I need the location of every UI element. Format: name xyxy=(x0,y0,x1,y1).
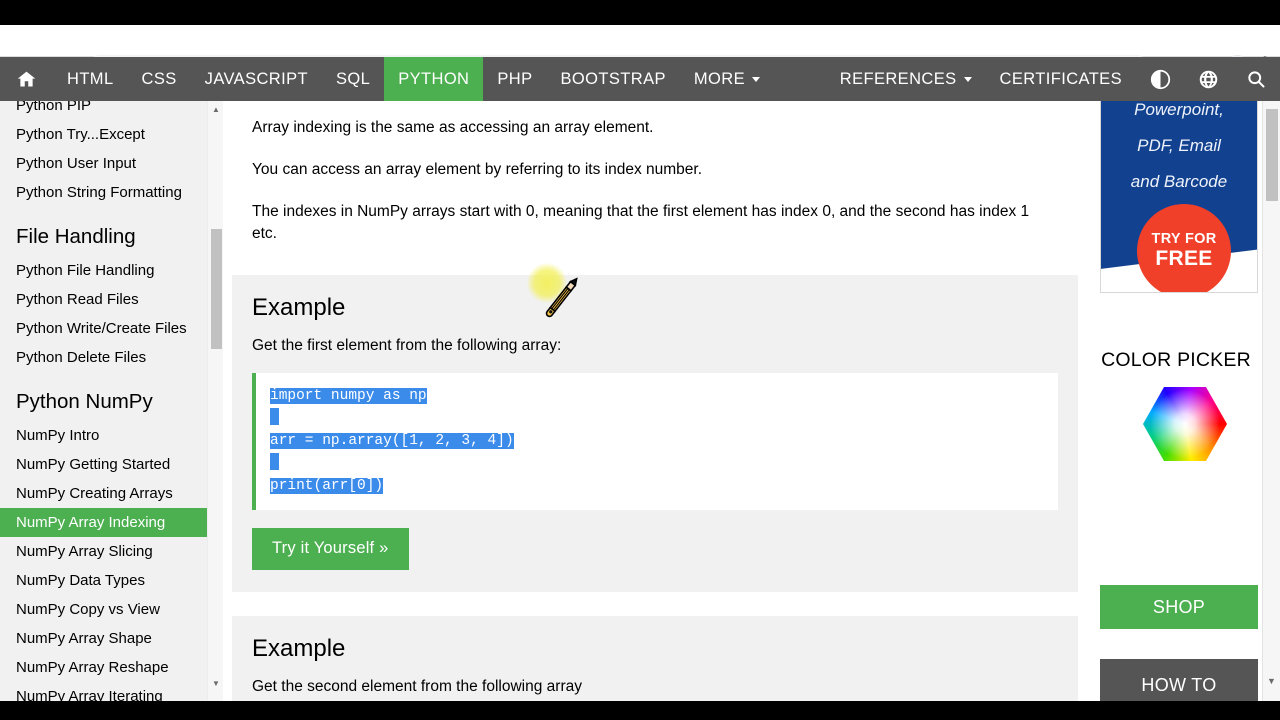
sidebar-scroll-down-arrow-icon[interactable]: ▼ xyxy=(208,677,224,691)
nav-item-label: MORE xyxy=(693,69,745,88)
sidebar-item-python-user-input[interactable]: Python User Input xyxy=(0,149,207,178)
nav-item-label: PHP xyxy=(497,69,533,88)
nav-home-icon[interactable] xyxy=(0,57,53,101)
nav-item-more[interactable]: MORE xyxy=(680,57,774,101)
example-section-2: Example Get the second element from the … xyxy=(232,615,1078,701)
sidebar-scroll-up-arrow-icon[interactable]: ▲ xyxy=(208,103,224,117)
bottom-black-strip xyxy=(0,701,1280,720)
badge-line-1: TRY FOR xyxy=(1151,231,1217,247)
sidebar-item-numpy-array-reshape[interactable]: NumPy Array Reshape xyxy=(0,653,207,682)
try-for-free-badge[interactable]: TRY FOR FREE xyxy=(1137,204,1231,292)
nav-item-bootstrap[interactable]: BOOTSTRAP xyxy=(547,57,680,101)
ad-line: PDF, Email xyxy=(1137,136,1221,155)
intro-paragraph-3: The indexes in NumPy arrays start with 0… xyxy=(252,203,1030,242)
sidebar-item-numpy-array-slicing[interactable]: NumPy Array Slicing xyxy=(0,537,207,566)
how-to-button[interactable]: HOW TO xyxy=(1100,659,1258,701)
search-icon[interactable] xyxy=(1232,57,1280,101)
nav-item-sql[interactable]: SQL xyxy=(322,57,384,101)
ad-line: and Barcode xyxy=(1130,172,1228,191)
sidebar-item-python-pip[interactable]: Python PIP xyxy=(0,101,207,120)
nav-item-label: PYTHON xyxy=(398,69,470,88)
code-text: import numpy as np xyxy=(270,388,427,404)
nav-item-label: HTML xyxy=(67,69,114,88)
nav-item-label: CERTIFICATES xyxy=(999,69,1122,88)
code-line xyxy=(270,407,1044,431)
code-text: arr = np.array([1, 2, 3, 4]) xyxy=(270,433,514,449)
nav-item-references[interactable]: REFERENCES xyxy=(826,57,986,101)
shop-button[interactable]: SHOP xyxy=(1100,585,1258,629)
main-article: Array indexing is the same as accessing … xyxy=(232,101,1078,701)
sidebar-item-python-read-files[interactable]: Python Read Files xyxy=(0,285,207,314)
page-content: Python PIP Python Try...Except Python Us… xyxy=(0,101,1280,701)
example-description: Get the first element from the following… xyxy=(252,337,562,354)
left-sidebar-navigation[interactable]: Python PIP Python Try...Except Python Us… xyxy=(0,101,207,701)
sidebar-item-numpy-intro[interactable]: NumPy Intro xyxy=(0,421,207,450)
color-picker-title: COLOR PICKER xyxy=(1101,349,1251,371)
page-scrollbar[interactable]: ▼ xyxy=(1263,101,1280,701)
nav-item-php[interactable]: PHP xyxy=(483,57,546,101)
sidebar-heading-file-handling: File Handling xyxy=(16,225,136,248)
ad-text-block: Powerpoint, PDF, Email and Barcode xyxy=(1101,101,1257,200)
sidebar-item-numpy-array-indexing[interactable]: NumPy Array Indexing xyxy=(0,508,207,537)
example-title: Example xyxy=(252,294,346,321)
code-line xyxy=(270,452,1044,476)
example-description: Get the second element from the followin… xyxy=(252,677,582,695)
page-scrollbar-thumb[interactable] xyxy=(1266,109,1278,201)
sidebar-item-numpy-creating-arrays[interactable]: NumPy Creating Arrays xyxy=(0,479,207,508)
sidebar-item-numpy-array-shape[interactable]: NumPy Array Shape xyxy=(0,624,207,653)
nav-item-javascript[interactable]: JAVASCRIPT xyxy=(191,57,322,101)
code-line: arr = np.array([1, 2, 3, 4]) xyxy=(270,430,1044,453)
nav-item-label: SQL xyxy=(336,69,371,88)
intro-paragraph-1: Array indexing is the same as accessing … xyxy=(252,119,654,136)
dark-mode-icon[interactable] xyxy=(1136,57,1184,101)
browser-tab-strip xyxy=(0,0,1280,25)
nav-item-certificates[interactable]: CERTIFICATES xyxy=(986,57,1136,101)
chevron-down-icon xyxy=(963,76,972,82)
example-section-1: Example Get the first element from the f… xyxy=(232,275,1078,592)
sidebar-item-python-string-formatting[interactable]: Python String Formatting xyxy=(0,178,207,207)
page-scroll-down-arrow-icon[interactable]: ▼ xyxy=(1263,673,1280,689)
sidebar-item-python-delete-files[interactable]: Python Delete Files xyxy=(0,343,207,372)
sidebar-item-python-try-except[interactable]: Python Try...Except xyxy=(0,120,207,149)
sidebar-item-python-file-handling[interactable]: Python File Handling xyxy=(0,256,207,285)
color-hexagon-icon[interactable] xyxy=(1143,387,1227,461)
code-line: import numpy as np xyxy=(270,385,1044,408)
sidebar-item-numpy-getting-started[interactable]: NumPy Getting Started xyxy=(0,450,207,479)
nav-item-label: BOOTSTRAP xyxy=(560,69,666,88)
sidebar-item-numpy-copy-vs-view[interactable]: NumPy Copy vs View xyxy=(0,595,207,624)
translate-globe-icon[interactable] xyxy=(1184,57,1232,101)
sidebar-item-python-write-create-files[interactable]: Python Write/Create Files xyxy=(0,314,207,343)
advertisement-card[interactable]: Powerpoint, PDF, Email and Barcode TRY F… xyxy=(1100,101,1258,293)
nav-item-css[interactable]: CSS xyxy=(128,57,191,101)
code-text: print(arr[0]) xyxy=(270,478,384,494)
sidebar-heading-python-numpy: Python NumPy xyxy=(16,390,153,413)
nav-item-label: JAVASCRIPT xyxy=(204,69,308,88)
right-sidebar-ads: Powerpoint, PDF, Email and Barcode TRY F… xyxy=(1090,101,1262,701)
site-top-navigation: HTML CSS JAVASCRIPT SQL PYTHON PHP BOOTS… xyxy=(0,57,1280,101)
chevron-down-icon xyxy=(752,76,760,82)
nav-item-label: CSS xyxy=(141,69,177,88)
ad-line: Powerpoint, xyxy=(1134,101,1224,119)
sidebar-item-numpy-data-types[interactable]: NumPy Data Types xyxy=(0,566,207,595)
browser-toolbar: w3schools.com/python/numpy_array_indexin… xyxy=(0,25,1280,78)
example-title: Example xyxy=(252,634,346,662)
sidebar-item-numpy-array-iterating[interactable]: NumPy Array Iterating xyxy=(0,682,207,701)
try-it-yourself-button[interactable]: Try it Yourself » xyxy=(252,527,409,570)
intro-paragraph-2: You can access an array element by refer… xyxy=(252,161,703,178)
code-text xyxy=(270,407,279,425)
code-block[interactable]: import numpy as np arr = np.array([1, 2,… xyxy=(252,373,1058,510)
sidebar-scrollbar[interactable]: ▲ ▼ xyxy=(207,101,223,701)
badge-line-2: FREE xyxy=(1155,247,1213,270)
code-line: print(arr[0]) xyxy=(270,475,1044,498)
code-text xyxy=(270,452,279,470)
nav-item-python[interactable]: PYTHON xyxy=(384,57,484,101)
nav-item-label: REFERENCES xyxy=(839,69,957,88)
sidebar-scrollbar-thumb[interactable] xyxy=(211,229,222,349)
nav-item-html[interactable]: HTML xyxy=(53,57,128,101)
